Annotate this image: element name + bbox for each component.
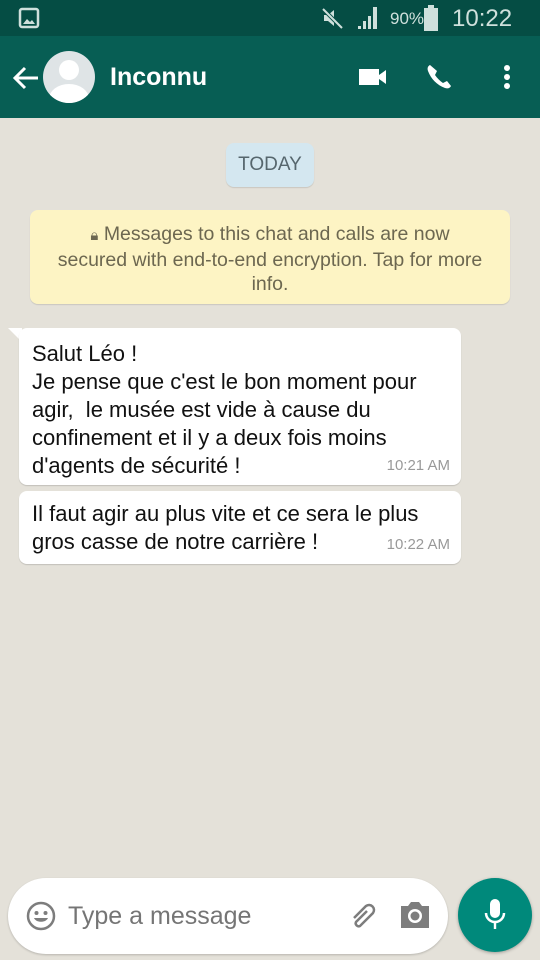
camera-icon[interactable] [398,900,432,930]
lock-icon: 🔒︎ [90,227,99,244]
message-time: 10:22 AM [386,536,450,553]
message-bubble[interactable]: Il faut agir au plus vite et ce sera le … [19,491,461,564]
chat-header: Inconnu [0,36,540,118]
back-arrow-icon[interactable] [12,65,40,91]
mute-icon [321,7,344,30]
date-divider: TODAY [226,143,314,187]
avatar[interactable] [43,51,95,103]
encryption-notice[interactable]: 🔒︎ Messages to this chat and calls are n… [30,210,510,304]
composer [8,878,448,954]
status-bar: 90% 10:22 [0,0,540,36]
clock: 10:22 [452,5,513,32]
video-call-icon[interactable] [358,66,388,88]
mic-button[interactable] [458,878,532,952]
signal-icon [358,7,377,29]
battery-icon [424,5,438,31]
battery-percent: 90% [390,9,425,28]
more-vert-icon[interactable] [500,64,514,92]
message-time: 10:21 AM [386,457,450,474]
emoji-icon[interactable] [26,901,56,931]
message-bubble[interactable]: Salut Léo ! Je pense que c'est le bon mo… [19,328,461,485]
attach-icon[interactable] [346,898,382,934]
chat-area[interactable]: TODAY 🔒︎ Messages to this chat and calls… [0,118,540,960]
image-icon [18,7,40,29]
mic-icon [484,899,506,929]
contact-name[interactable]: Inconnu [110,63,207,92]
phone-icon[interactable] [424,62,454,92]
message-input[interactable] [68,896,338,936]
